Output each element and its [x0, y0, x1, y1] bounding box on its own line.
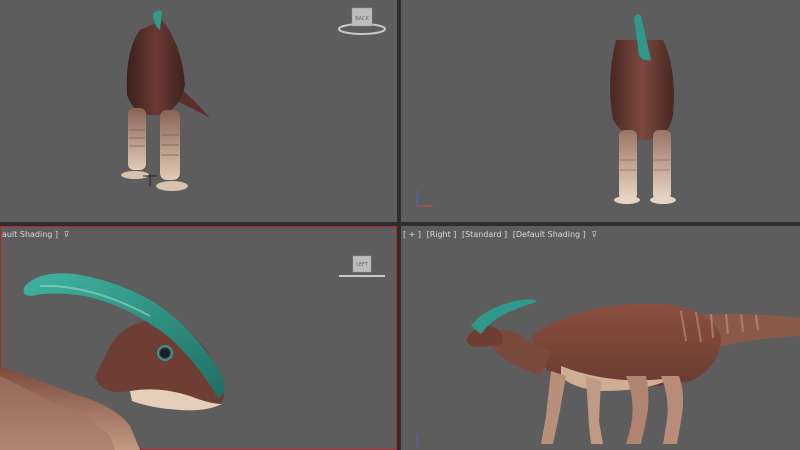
- viewport-back[interactable]: BACK: [0, 0, 397, 222]
- viewport-right[interactable]: [ + ] [Right ] [Standard ] [Default Shad…: [401, 226, 800, 450]
- dinosaur-rear-model: [610, 14, 676, 204]
- viewport-left[interactable]: ault Shading ] ⊽ LEFT: [0, 226, 397, 450]
- axis-tripod: [413, 430, 437, 450]
- dinosaur-side-model: [466, 299, 800, 444]
- viewport-layout: BACK ault Shading] ⊽ LEFT [+] [Right …: [0, 0, 800, 450]
- axis-tripod: [413, 186, 437, 214]
- viewcube-face-label: LEFT: [356, 262, 369, 268]
- viewcube[interactable]: BACK: [336, 6, 388, 36]
- viewcube-face-label: BACK: [355, 16, 369, 22]
- viewport-front[interactable]: [401, 0, 800, 222]
- viewcube[interactable]: LEFT: [336, 254, 388, 280]
